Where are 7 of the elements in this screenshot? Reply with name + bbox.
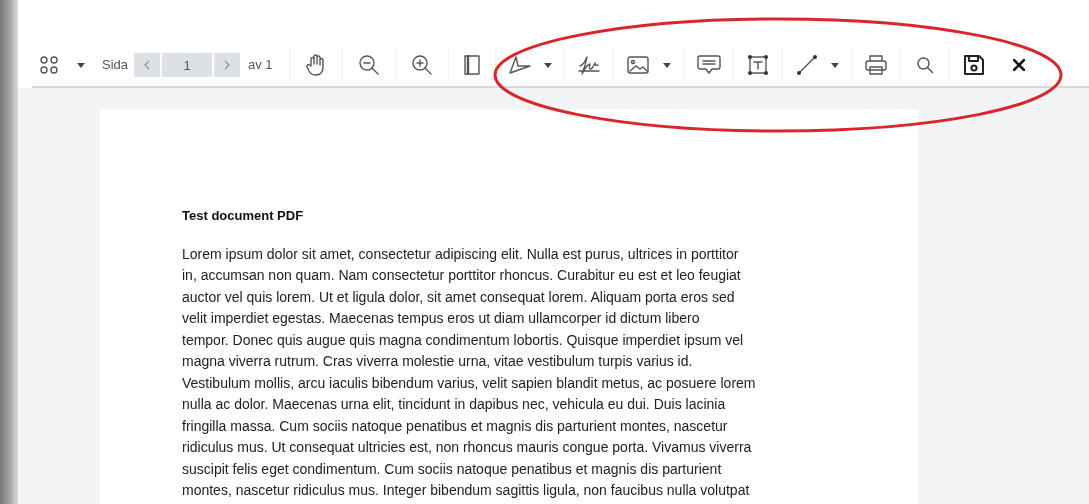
chevron-left-icon <box>144 60 151 70</box>
page-label: Sida <box>102 56 129 75</box>
page-count-label: av 1 <box>248 56 273 75</box>
document-paragraph: Lorem ipsum dolor sit amet, consectetur adipiscing elit. Nulla est purus, ultrices in porttitor in, accumsan non quam. Nam consectetur porttitor rhoncus. Curabitur eu est et leo feugiat auctor vel quis lorem. Ut et ligula dolor, sit amet consequat lorem. Aliquam porta eros sed velit imperdiet egestas. Maecenas tempus eros ut diam ullamcorper id dictum libero tempor. Donec quis augue quis magna condimentum lobortis. Quisque imperdiet ipsum vel magna viverra rutrum. Cras viverra molestie urna, vitae vestibulum turpis varius id. Vestibulum mollis, arcu iaculis bibendum varius, velit sapien blandit metus, ac posuere lorem nulla ac dolor. Maecenas urna elit, tincidunt in dapibus nec, vehicula eu dui. Duis lacinia fringilla massa. Cum sociis natoque penatibus et magnis dis parturient montes, nascetur ridiculus mus. Ut consequat ultricies est, non rhoncus mauris congue porta. Vivamus viverra suscipit felis eget condimentum. Cum sociis natoque penatibus et magnis dis parturient montes, nascetur ridiculus mus. Integer bibendum sagittis ligula, non faucibus nulla volutpat <box>182 244 757 500</box>
page-number-field[interactable]: 1 <box>162 53 213 77</box>
chevron-right-icon <box>224 60 231 70</box>
document-title: Test document PDF <box>182 207 305 225</box>
